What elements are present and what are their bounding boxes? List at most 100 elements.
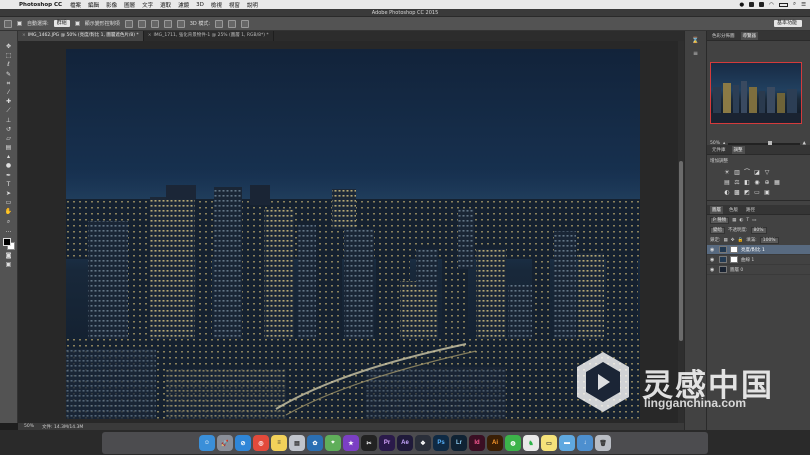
menu-layer[interactable]: 圖層 xyxy=(124,1,135,9)
gradient-tool-icon[interactable]: ▤ xyxy=(5,144,13,151)
selective-color-icon[interactable]: ▣ xyxy=(763,189,771,196)
layer-filter-dropdown[interactable]: P 種類 xyxy=(710,216,730,224)
final-cut-icon[interactable]: ✂ xyxy=(361,435,377,451)
more-tools-icon[interactable]: … xyxy=(5,227,13,234)
after-effects-icon[interactable]: Ae xyxy=(397,435,413,451)
chrome-icon[interactable]: ◎ xyxy=(253,435,269,451)
move-tool-icon[interactable]: ✥ xyxy=(5,43,13,50)
color-lookup-icon[interactable]: ▦ xyxy=(773,179,781,186)
auto-select-dropdown[interactable]: 群組 xyxy=(53,20,70,27)
eye-icon[interactable]: ◉ xyxy=(710,257,716,263)
quick-mask-icon[interactable]: ◙ xyxy=(5,252,13,259)
tab-histogram[interactable]: 色彩分佈圖 xyxy=(710,32,737,40)
tab-document-2[interactable]: × IMG_1711, 強化背景物件-1 @ 25% (圖層 1, RGB/8*)… xyxy=(144,31,274,41)
notes-icon[interactable]: ≡ xyxy=(271,435,287,451)
menu-window[interactable]: 視窗 xyxy=(229,1,240,9)
black-white-icon[interactable]: ◧ xyxy=(743,179,751,186)
stickies-icon[interactable]: ▭ xyxy=(541,435,557,451)
close-tab-icon[interactable]: × xyxy=(22,33,26,38)
layer-mask-thumbnail[interactable] xyxy=(730,256,738,263)
tab-layers[interactable]: 圖層 xyxy=(710,205,723,214)
move-tool-preset-icon[interactable] xyxy=(4,19,12,28)
lightroom-icon[interactable]: Lr xyxy=(451,435,467,451)
screen-mode-icon[interactable]: ▣ xyxy=(5,261,13,268)
wifi-icon[interactable]: ◠ xyxy=(769,2,774,8)
scrollbar-thumb[interactable] xyxy=(679,161,683,341)
document-canvas-image[interactable] xyxy=(66,49,640,419)
status-app-icon-2[interactable] xyxy=(759,2,765,7)
search-icon[interactable]: ⌕ xyxy=(793,1,796,8)
menu-list-icon[interactable]: ☰ xyxy=(801,2,806,8)
motion-icon[interactable]: ★ xyxy=(343,435,359,451)
channel-mixer-icon[interactable]: ⊕ xyxy=(763,179,771,186)
status-app-icon[interactable] xyxy=(749,2,755,7)
eyedropper-tool-icon[interactable]: ⁄ xyxy=(5,89,13,96)
align-bottom-icon[interactable] xyxy=(150,19,159,28)
3d-roll-icon[interactable] xyxy=(228,19,237,28)
history-brush-tool-icon[interactable]: ↺ xyxy=(5,126,13,133)
folder-icon[interactable]: ▬ xyxy=(559,435,575,451)
menu-filter[interactable]: 濾鏡 xyxy=(178,1,189,9)
layer-row[interactable]: ◉ 曲線 1 xyxy=(707,255,810,265)
tab-adjustments[interactable]: 調整 xyxy=(731,145,745,154)
trash-icon[interactable]: 🗑 xyxy=(595,435,611,451)
workspace-dropdown[interactable]: 基本功能 xyxy=(774,20,802,27)
layer-row[interactable]: ◉ 亮度/對比 1 xyxy=(707,245,810,255)
clone-stamp-tool-icon[interactable]: ⊥ xyxy=(5,117,13,124)
launchpad-icon[interactable]: 🚀 xyxy=(217,435,233,451)
align-middle-icon[interactable] xyxy=(137,19,146,28)
illustrator-icon[interactable]: Ai xyxy=(487,435,503,451)
preview-icon[interactable]: ▤ xyxy=(289,435,305,451)
foreground-color-swatch[interactable] xyxy=(2,237,11,246)
indesign-icon[interactable]: Id xyxy=(469,435,485,451)
safari-icon[interactable]: ⊘ xyxy=(235,435,251,451)
dodge-tool-icon[interactable]: ● xyxy=(5,162,13,169)
tab-channels[interactable]: 色版 xyxy=(727,206,740,214)
3d-pan-icon[interactable] xyxy=(241,19,250,28)
photo-filter-icon[interactable]: ◉ xyxy=(753,179,761,186)
crop-tool-icon[interactable]: ⌗ xyxy=(5,80,13,87)
filter-shape-icon[interactable]: ▭ xyxy=(752,218,756,223)
pen-tool-icon[interactable]: ✒ xyxy=(5,172,13,179)
properties-panel-icon[interactable]: ≡ xyxy=(691,50,701,58)
posterize-icon[interactable]: ▩ xyxy=(733,189,741,196)
vibrance-icon[interactable]: ▽ xyxy=(763,169,771,176)
navigator-thumbnail[interactable] xyxy=(710,62,802,124)
distribute-icon[interactable] xyxy=(163,19,172,28)
color-balance-icon[interactable]: ⚖ xyxy=(733,179,741,186)
curves-icon[interactable]: ⌒ xyxy=(743,169,751,176)
record-icon[interactable]: ● xyxy=(739,2,744,8)
history-panel-icon[interactable]: ⌛ xyxy=(691,37,701,45)
menu-view[interactable]: 檢視 xyxy=(211,1,222,9)
eye-icon[interactable]: ◉ xyxy=(710,247,716,253)
rectangle-tool-icon[interactable]: ▭ xyxy=(5,199,13,206)
exposure-icon[interactable]: ◪ xyxy=(753,169,761,176)
brightness-icon[interactable]: ☀ xyxy=(723,169,731,176)
invert-icon[interactable]: ◐ xyxy=(723,189,731,196)
align-top-icon[interactable] xyxy=(124,19,133,28)
threshold-icon[interactable]: ◩ xyxy=(743,189,751,196)
auto-select-checkbox[interactable] xyxy=(17,21,22,26)
menu-select[interactable]: 選取 xyxy=(160,1,171,9)
layer-name[interactable]: 圖層 0 xyxy=(730,267,743,273)
zoom-tool-icon[interactable]: ⌕ xyxy=(5,218,13,225)
layer-name[interactable]: 亮度/對比 1 xyxy=(741,247,765,253)
blur-tool-icon[interactable]: ▴ xyxy=(5,153,13,160)
hand-tool-icon[interactable]: ✋ xyxy=(5,208,13,215)
levels-icon[interactable]: ▥ xyxy=(733,169,741,176)
wechat-icon[interactable]: ◍ xyxy=(505,435,521,451)
gradient-map-icon[interactable]: ▭ xyxy=(753,189,761,196)
downloads-icon[interactable]: ↓ xyxy=(577,435,593,451)
lock-all-icon[interactable]: 🔒 xyxy=(738,238,744,243)
menu-help[interactable]: 說明 xyxy=(247,1,258,9)
lock-pixels-icon[interactable]: ▦ xyxy=(724,238,728,243)
close-tab-icon[interactable]: × xyxy=(148,33,152,38)
distribute-2-icon[interactable] xyxy=(176,19,185,28)
brush-tool-icon[interactable]: ⟋ xyxy=(5,107,13,114)
layer-name[interactable]: 曲線 1 xyxy=(741,257,754,263)
menu-app-name[interactable]: Photoshop CC xyxy=(19,2,62,8)
menu-3d[interactable]: 3D xyxy=(196,2,204,8)
layer-mask-thumbnail[interactable] xyxy=(730,246,738,253)
type-tool-icon[interactable]: T xyxy=(5,181,13,188)
hue-saturation-icon[interactable]: ▤ xyxy=(723,179,731,186)
